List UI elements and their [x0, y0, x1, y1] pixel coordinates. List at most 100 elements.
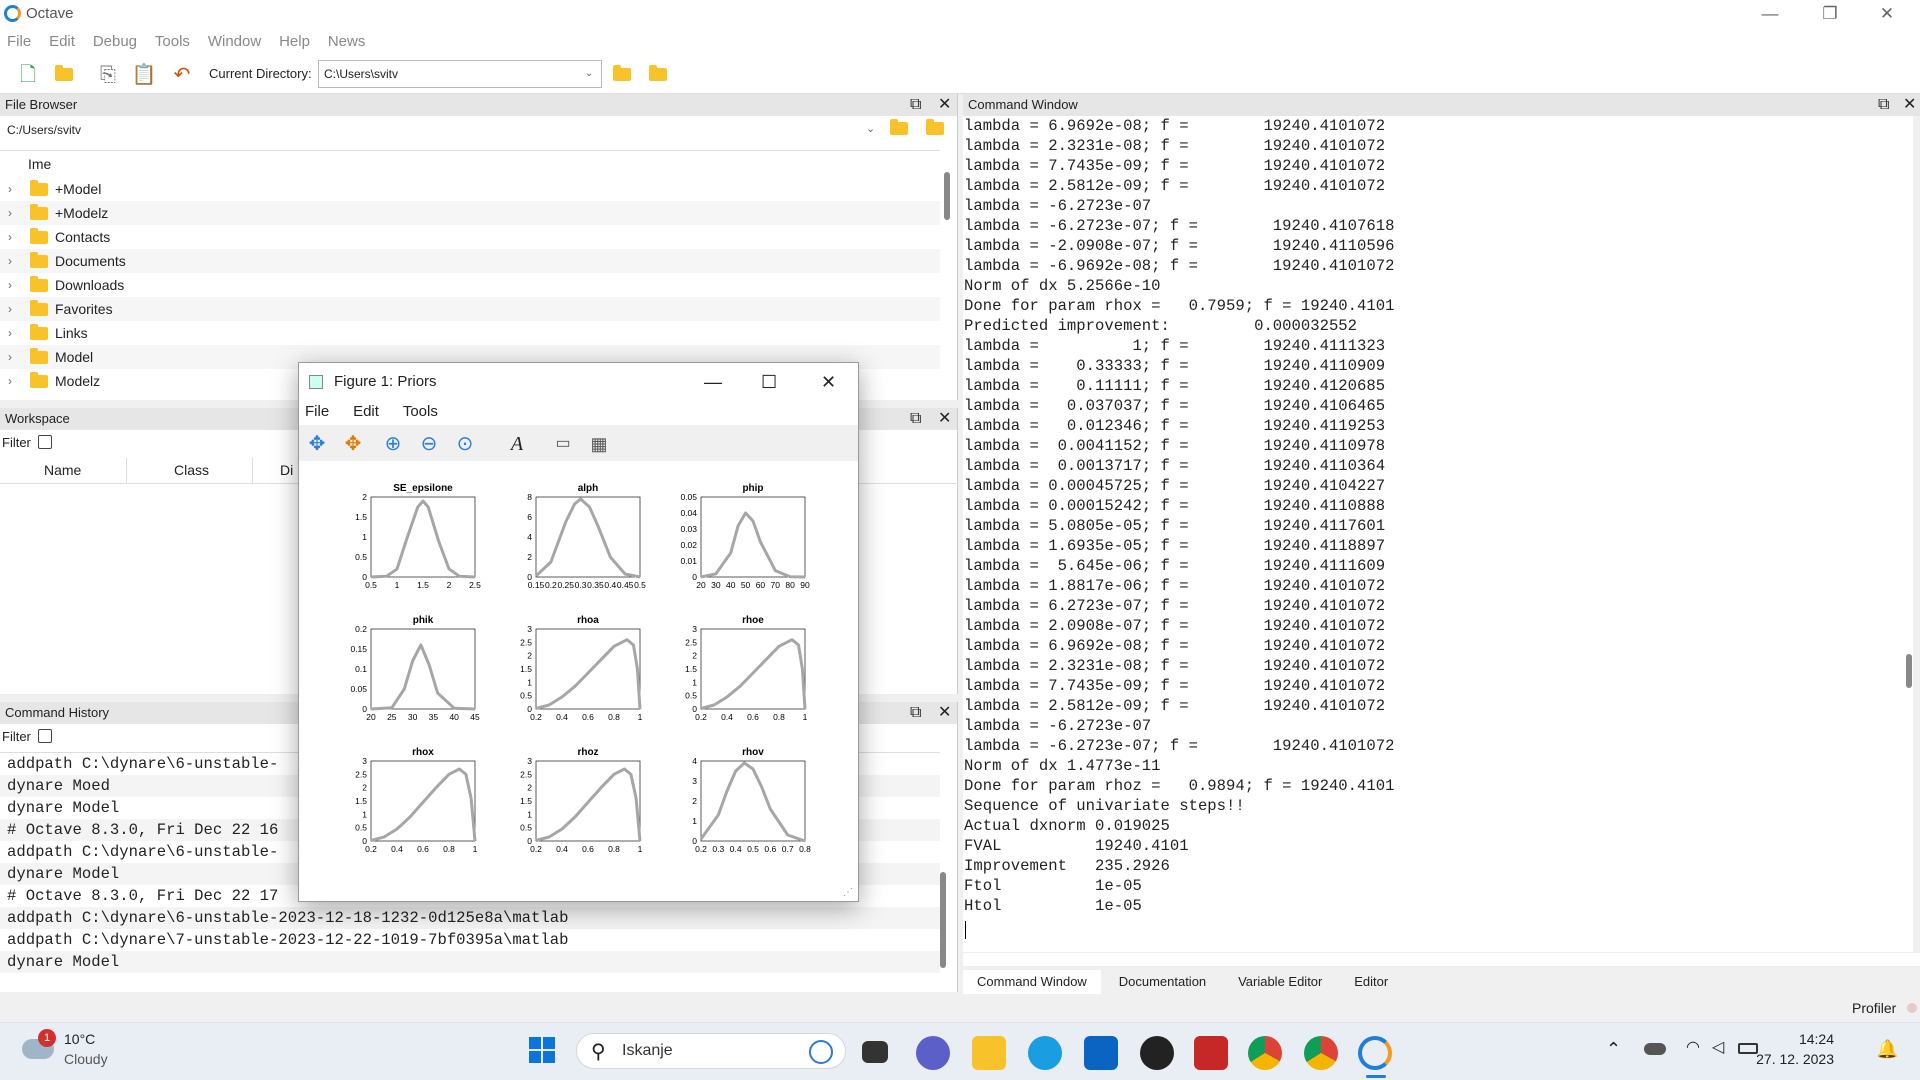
chrome-icon[interactable] — [1248, 1036, 1282, 1070]
column-class[interactable]: Class — [174, 462, 209, 478]
octave-taskbar-icon[interactable] — [1358, 1036, 1392, 1070]
new-script-icon[interactable]: 🗋 — [14, 61, 42, 89]
undo-icon[interactable]: ↶ — [168, 61, 196, 89]
column-header-name[interactable]: Ime — [0, 151, 940, 177]
grid-icon[interactable]: ▦ — [585, 431, 613, 457]
profiler-label[interactable]: Profiler — [1852, 1000, 1896, 1016]
speaker-icon[interactable]: ◁ — [1712, 1037, 1724, 1057]
minimize-icon[interactable]: — — [1745, 2, 1795, 28]
file-browser-item[interactable]: › Downloads — [0, 273, 940, 297]
chevron-right-icon[interactable]: › — [8, 201, 12, 225]
tab-command-window[interactable]: Command Window — [963, 970, 1101, 994]
file-browser-item[interactable]: › +Modelz — [0, 201, 940, 225]
text-icon[interactable]: A — [503, 431, 531, 457]
undock-icon[interactable]: ⧉ — [910, 702, 921, 724]
parent-directory-icon[interactable] — [608, 61, 636, 89]
paste-icon[interactable]: 📋 — [130, 61, 158, 89]
chevron-right-icon[interactable]: › — [8, 297, 12, 321]
restore-icon[interactable]: ❐ — [1805, 2, 1855, 28]
zoom-in-icon[interactable]: ⊕ — [379, 431, 407, 457]
current-directory-input[interactable]: C:\Users\svitv — [318, 60, 602, 88]
history-line[interactable]: addpath C:\dynare\7-unstable-2023-12-22-… — [0, 929, 940, 951]
windows-start-icon[interactable] — [528, 1036, 556, 1064]
column-dimension[interactable]: Di — [280, 462, 293, 478]
file-browser-item[interactable]: › Documents — [0, 249, 940, 273]
file-browser-item[interactable]: › Links — [0, 321, 940, 345]
history-line[interactable]: dynare Model — [0, 951, 940, 973]
axes-icon[interactable]: ▭ — [549, 431, 577, 457]
file-explorer-icon[interactable] — [972, 1036, 1006, 1070]
figure-menu-tools[interactable]: Tools — [393, 401, 448, 422]
chrome-profile-icon[interactable] — [1304, 1036, 1338, 1070]
teams-chat-icon[interactable] — [916, 1036, 950, 1070]
chevron-right-icon[interactable]: › — [8, 249, 12, 273]
zoom-reset-icon[interactable]: ⊙ — [451, 431, 479, 457]
pan-icon[interactable]: ✥ — [303, 431, 331, 457]
taskbar-search[interactable]: ⚲ Iskanje — [576, 1033, 846, 1069]
file-browser-item[interactable]: › +Model — [0, 177, 940, 201]
dell-icon[interactable] — [1140, 1036, 1174, 1070]
chevron-up-icon[interactable]: ⌃ — [1606, 1039, 1621, 1060]
close-panel-icon[interactable]: ✕ — [938, 408, 951, 430]
undock-icon[interactable]: ⧉ — [910, 94, 921, 116]
tab-documentation[interactable]: Documentation — [1105, 970, 1220, 994]
file-browser-item[interactable]: › Contacts — [0, 225, 940, 249]
mcafee-icon[interactable] — [1194, 1036, 1228, 1070]
tab-variable-editor[interactable]: Variable Editor — [1224, 970, 1336, 994]
file-browser-path[interactable]: C:/Users/svitv — [2, 120, 882, 146]
copy-icon[interactable]: ⎘ — [94, 61, 122, 89]
scrollbar-thumb[interactable] — [944, 172, 950, 220]
menu-tools[interactable]: Tools — [148, 28, 197, 50]
chevron-right-icon[interactable]: › — [8, 345, 12, 369]
onedrive-icon[interactable] — [1644, 1043, 1666, 1055]
chevron-right-icon[interactable]: › — [8, 369, 12, 393]
open-folder-icon[interactable] — [50, 61, 78, 89]
chevron-right-icon[interactable]: › — [8, 225, 12, 249]
chevron-down-icon[interactable]: ⌄ — [866, 122, 875, 135]
command-window-output[interactable]: lambda = 6.9692e-08; f = 19240.4101072 la… — [963, 116, 1913, 956]
browse-directory-icon[interactable] — [644, 61, 672, 89]
scrollbar-thumb[interactable] — [940, 872, 946, 968]
undock-icon[interactable]: ⧉ — [910, 408, 921, 430]
history-line[interactable]: addpath C:\dynare\6-unstable-2023-12-18-… — [0, 907, 940, 929]
chevron-right-icon[interactable]: › — [8, 321, 12, 345]
menu-edit[interactable]: Edit — [42, 28, 82, 50]
close-icon[interactable]: ✕ — [821, 363, 836, 401]
workspace-filter-checkbox[interactable] — [38, 435, 52, 449]
scrollbar-thumb[interactable] — [1906, 654, 1912, 688]
menu-window[interactable]: Window — [201, 28, 268, 50]
figure-menu-edit[interactable]: Edit — [343, 401, 389, 422]
clock-date[interactable]: 27. 12. 2023 — [1748, 1051, 1834, 1067]
file-browser-item[interactable]: › Favorites — [0, 297, 940, 321]
menu-file[interactable]: File — [0, 28, 38, 50]
notification-bell-icon[interactable]: 🔔 — [1876, 1039, 1898, 1060]
close-panel-icon[interactable]: ✕ — [938, 702, 951, 724]
undock-icon[interactable]: ⧉ — [1878, 94, 1889, 116]
resize-grip-icon[interactable]: ⋰ — [843, 887, 853, 898]
chevron-right-icon[interactable]: › — [8, 177, 12, 201]
column-name[interactable]: Name — [44, 462, 81, 478]
history-filter-checkbox[interactable] — [38, 729, 52, 743]
wifi-icon[interactable]: ◠ — [1686, 1037, 1700, 1057]
figure-menu-file[interactable]: File — [299, 401, 339, 422]
zoom-out-icon[interactable]: ⊖ — [415, 431, 443, 457]
microsoft-store-icon[interactable] — [1084, 1036, 1118, 1070]
folder-settings-icon[interactable] — [926, 119, 944, 138]
task-view-icon[interactable] — [862, 1041, 888, 1063]
edge-icon[interactable] — [1028, 1036, 1062, 1070]
rotate-icon[interactable]: ✥ — [339, 431, 367, 457]
close-panel-icon[interactable]: ✕ — [1903, 94, 1916, 116]
close-icon[interactable]: ✕ — [1862, 2, 1912, 28]
parent-folder-icon[interactable] — [890, 119, 908, 138]
menu-help[interactable]: Help — [272, 28, 317, 50]
tab-editor[interactable]: Editor — [1340, 970, 1402, 994]
chevron-down-icon[interactable]: ⌄ — [585, 68, 593, 79]
close-panel-icon[interactable]: ✕ — [938, 94, 951, 116]
minimize-icon[interactable]: — — [704, 363, 722, 401]
horizontal-scrollbar[interactable] — [963, 952, 1920, 966]
clock-time[interactable]: 14:24 — [1774, 1031, 1834, 1047]
weather-desc[interactable]: Cloudy — [64, 1051, 108, 1067]
menu-debug[interactable]: Debug — [86, 28, 144, 50]
weather-temp[interactable]: 10°C — [64, 1031, 95, 1047]
menu-news[interactable]: News — [321, 28, 373, 50]
